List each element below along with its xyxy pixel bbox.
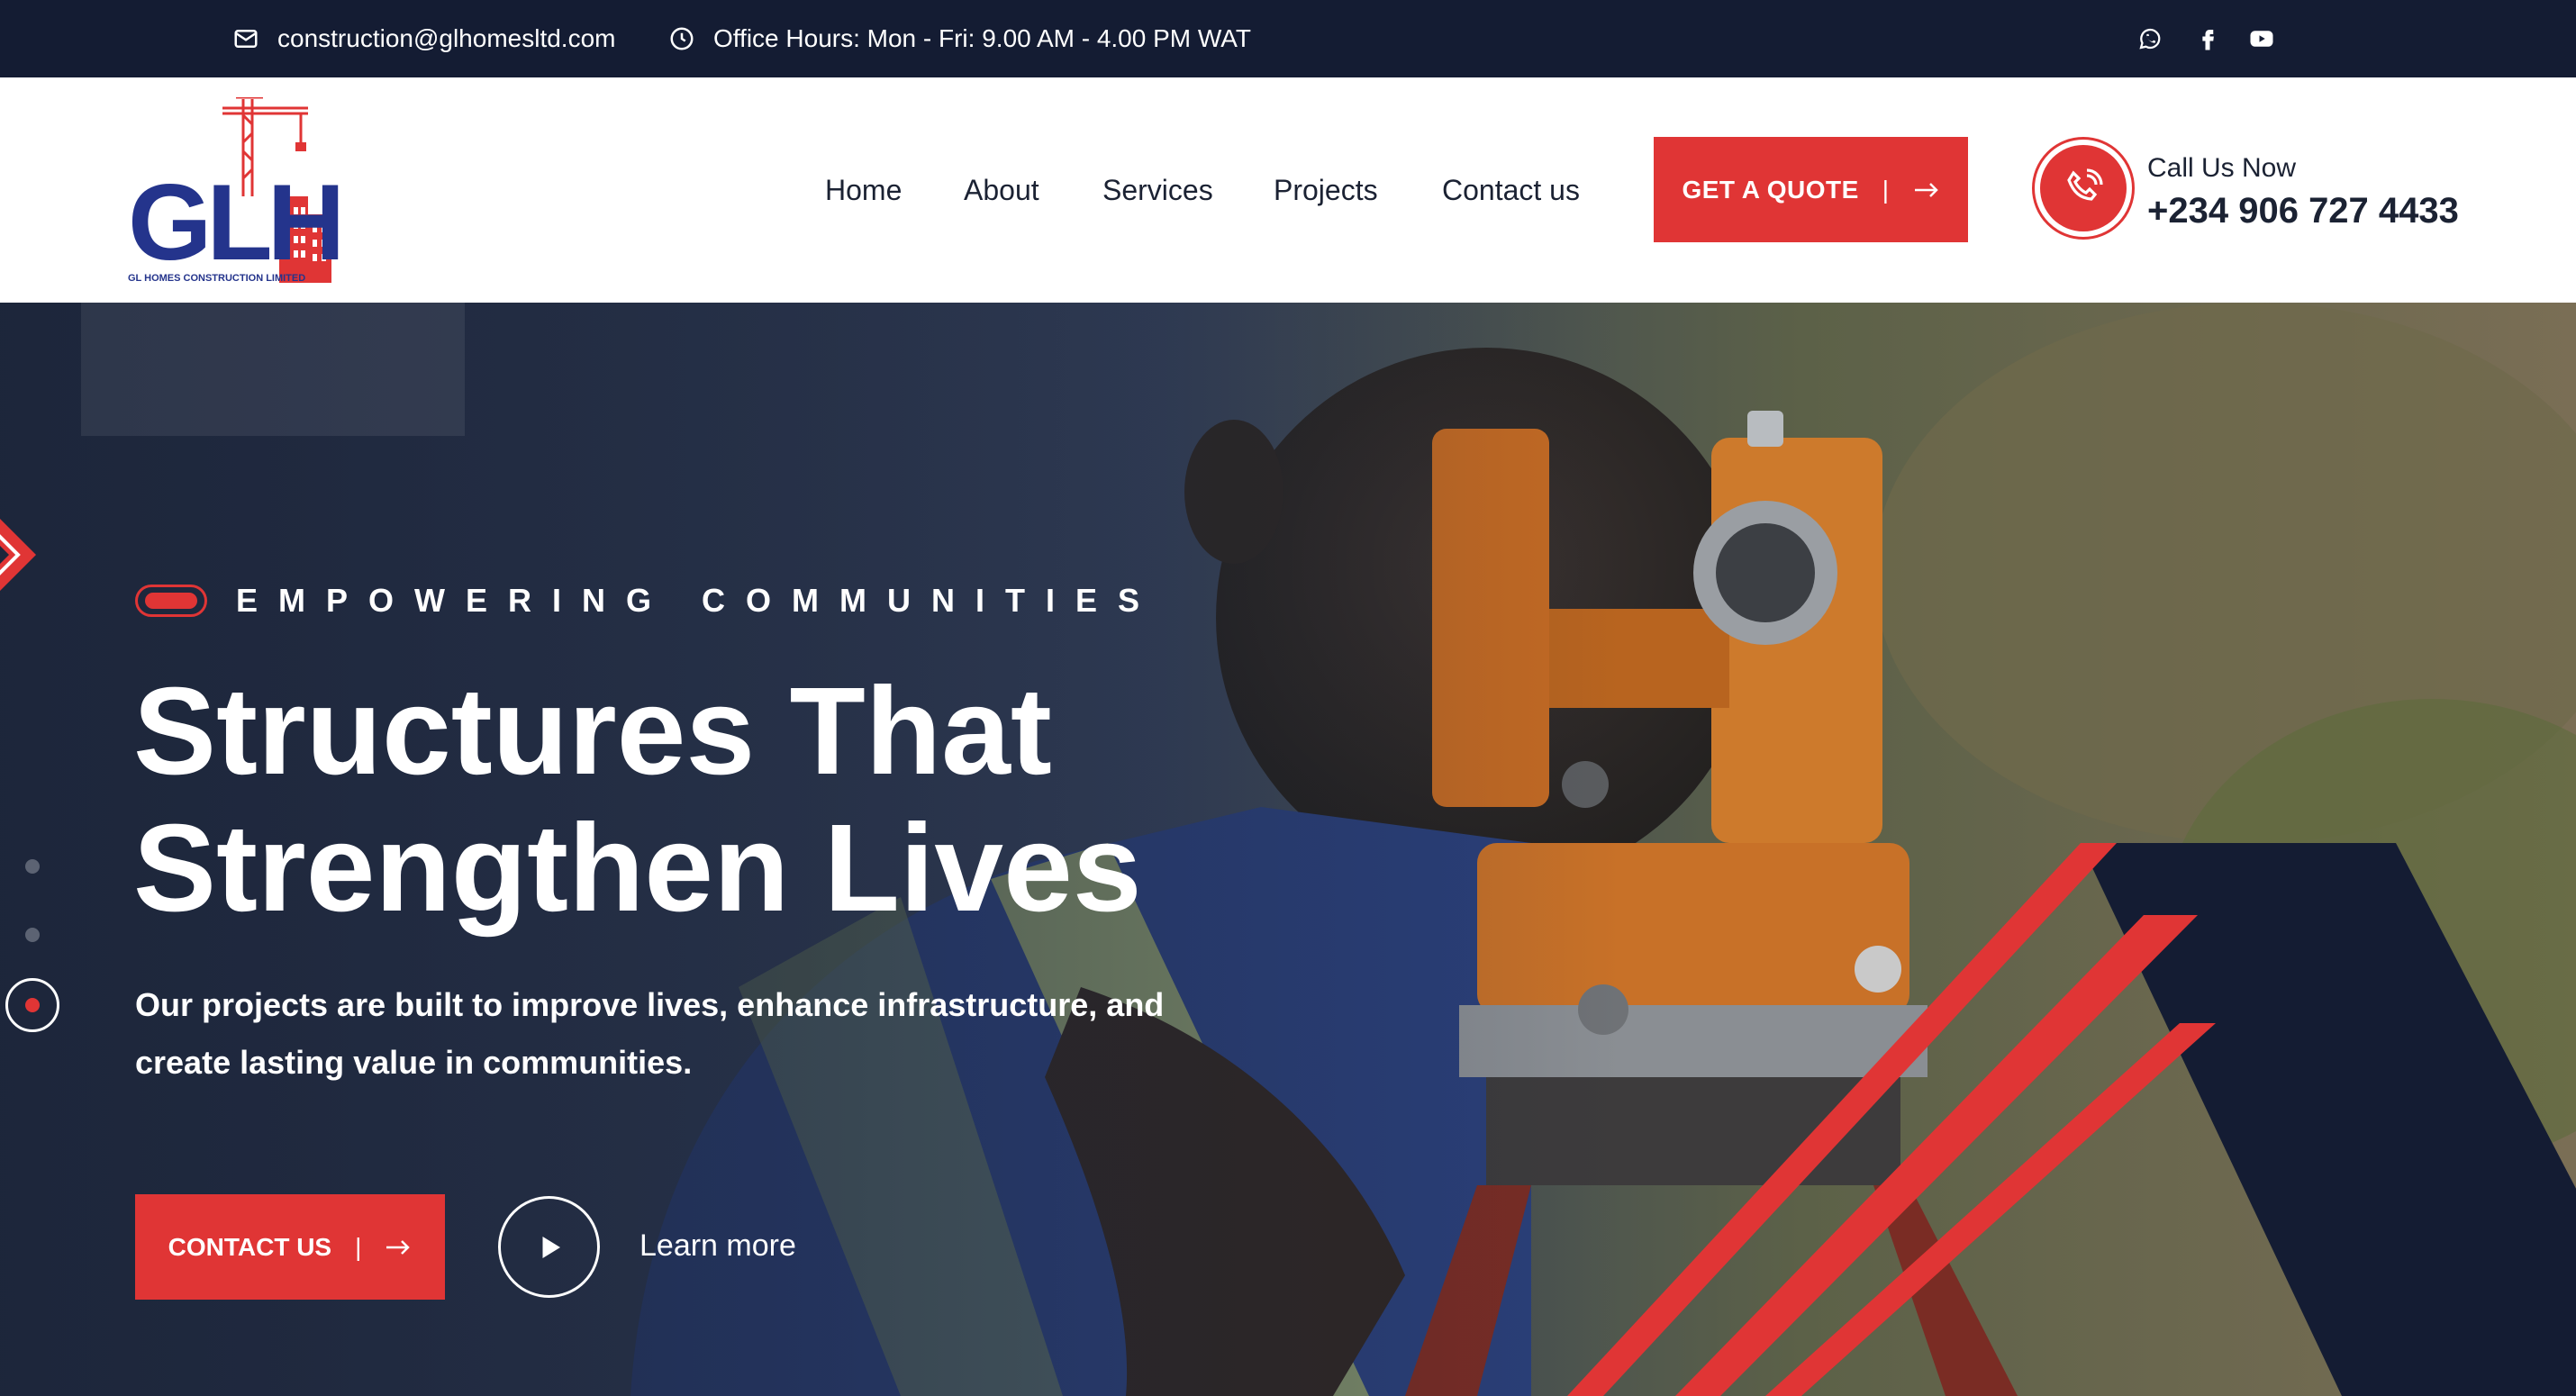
nav-home[interactable]: Home [825, 77, 902, 303]
button-separator: | [1882, 175, 1890, 204]
whatsapp-link[interactable] [2136, 0, 2163, 77]
contact-us-label: CONTACT US [168, 1232, 332, 1261]
email-link[interactable]: construction@glhomesltd.com [232, 0, 615, 77]
contact-us-button[interactable]: CONTACT US | [135, 1194, 445, 1300]
youtube-icon [2250, 31, 2273, 47]
slider-dot-2[interactable] [25, 928, 40, 942]
hero-section: EMPOWERING COMMUNITIES Structures That S… [0, 303, 2576, 1396]
nav-projects[interactable]: Projects [1274, 77, 1378, 303]
clock-icon [670, 27, 694, 50]
play-icon [542, 1236, 560, 1258]
eyebrow-text: EMPOWERING COMMUNITIES [236, 582, 1160, 619]
arrow-right-icon [1914, 182, 1938, 197]
nav-contact[interactable]: Contact us [1442, 77, 1580, 303]
learn-more-link[interactable]: Learn more [639, 1228, 796, 1264]
hero-title: Structures That Strengthen Lives [133, 663, 1304, 937]
slider-prev-arrow-icon[interactable] [0, 492, 45, 618]
top-bar: construction@glhomesltd.com Office Hours… [0, 0, 2576, 77]
slider-dot-1[interactable] [25, 859, 40, 874]
company-logo[interactable]: GLH GL HOMES CONSTRUCTION LIMITED [128, 97, 362, 283]
play-video-button[interactable] [498, 1196, 600, 1298]
hero-description: Our projects are built to improve lives,… [135, 986, 1165, 1081]
phone-icon [2067, 168, 2103, 201]
youtube-link[interactable] [2248, 0, 2275, 77]
hero-title-line-2: Strengthen Lives [133, 799, 1142, 938]
slider-dot-3-active[interactable] [5, 978, 59, 1032]
office-hours: Office Hours: Mon - Fri: 9.00 AM - 4.00 … [668, 0, 1251, 77]
hero-title-line-1: Structures That [133, 662, 1052, 801]
nav-services[interactable]: Services [1102, 77, 1213, 303]
call-button[interactable] [2032, 137, 2135, 240]
arrow-right-icon [386, 1239, 411, 1255]
button-separator: | [355, 1232, 362, 1261]
phone-number[interactable]: +234 906 727 4433 [2147, 191, 2459, 231]
envelope-icon [234, 30, 258, 48]
office-hours-text: Office Hours: Mon - Fri: 9.00 AM - 4.00 … [713, 24, 1251, 52]
nav-about[interactable]: About [964, 77, 1039, 303]
facebook-link[interactable] [2194, 0, 2221, 77]
facebook-icon [2202, 30, 2214, 50]
get-quote-label: GET A QUOTE [1682, 175, 1859, 204]
email-text: construction@glhomesltd.com [277, 24, 616, 52]
get-quote-button[interactable]: GET A QUOTE | [1654, 137, 1968, 242]
logo-letters: GLH [128, 162, 340, 283]
logo-caption: GL HOMES CONSTRUCTION LIMITED [128, 273, 305, 283]
hero-eyebrow: EMPOWERING COMMUNITIES [135, 582, 1160, 620]
eyebrow-pill-icon [135, 585, 207, 617]
call-label: Call Us Now [2147, 153, 2297, 183]
whatsapp-icon [2139, 28, 2161, 50]
site-header: GLH GL HOMES CONSTRUCTION LIMITED Home A… [0, 77, 2576, 303]
